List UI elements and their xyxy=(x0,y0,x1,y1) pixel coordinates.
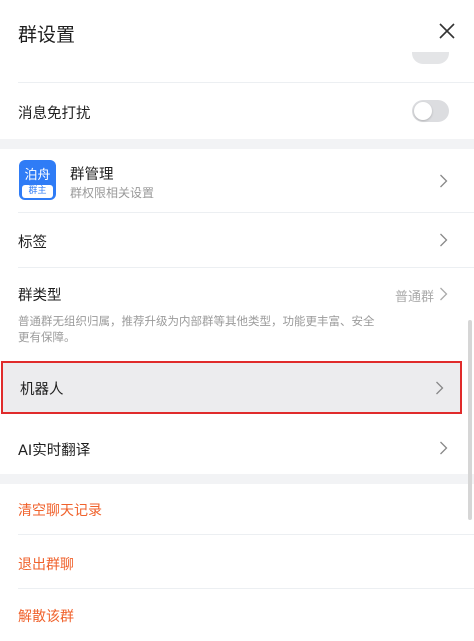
chevron-right-icon xyxy=(440,287,448,301)
ai-translate-row[interactable]: AI实时翻译 xyxy=(0,422,474,474)
dissolve-group-button[interactable]: 解散该群 xyxy=(18,606,74,626)
group-type-value: 普通群 xyxy=(394,290,434,305)
previous-toggle-partial[interactable] xyxy=(412,52,449,66)
group-manage-subtitle: 群权限相关设置 xyxy=(70,186,155,200)
tags-row[interactable]: 标签 xyxy=(0,213,474,267)
ai-translate-label: AI实时翻译 xyxy=(18,443,91,459)
avatar-text: 泊舟 xyxy=(24,168,51,183)
dnd-toggle[interactable] xyxy=(412,100,449,122)
dnd-row: 消息免打扰 xyxy=(0,83,474,139)
chevron-right-icon xyxy=(440,441,448,455)
chevron-right-icon xyxy=(440,233,448,247)
robot-row[interactable]: 机器人 xyxy=(1,361,462,414)
group-manage-title: 群管理 xyxy=(70,167,114,183)
clear-history-row[interactable]: 清空聊天记录 xyxy=(0,484,474,534)
group-manage-avatar: 泊舟 群主 xyxy=(19,160,56,200)
group-type-label: 群类型 xyxy=(18,288,62,304)
tags-label: 标签 xyxy=(18,235,47,251)
chevron-right-icon xyxy=(440,174,448,188)
clear-history-button[interactable]: 清空聊天记录 xyxy=(18,500,102,520)
section-gap xyxy=(0,474,474,484)
avatar-badge: 群主 xyxy=(22,185,53,198)
leave-group-row[interactable]: 退出群聊 xyxy=(0,535,474,588)
group-type-row[interactable]: 群类型 普通群 普通群无组织归属，推荐升级为内部群等其他类型，功能更丰富、安全更… xyxy=(0,268,474,360)
robot-label: 机器人 xyxy=(20,382,64,398)
dissolve-group-row[interactable]: 解散该群 xyxy=(0,589,474,641)
close-icon[interactable] xyxy=(438,22,456,40)
scrollbar[interactable] xyxy=(468,320,472,520)
section-gap xyxy=(0,139,474,149)
page-title: 群设置 xyxy=(18,24,76,46)
dnd-label: 消息免打扰 xyxy=(18,106,91,122)
chevron-right-icon xyxy=(436,381,444,395)
leave-group-button[interactable]: 退出群聊 xyxy=(18,554,74,574)
group-type-description: 普通群无组织归属，推荐升级为内部群等其他类型，功能更丰富、安全更有保障。 xyxy=(18,314,375,344)
header: 群设置 xyxy=(0,0,474,62)
